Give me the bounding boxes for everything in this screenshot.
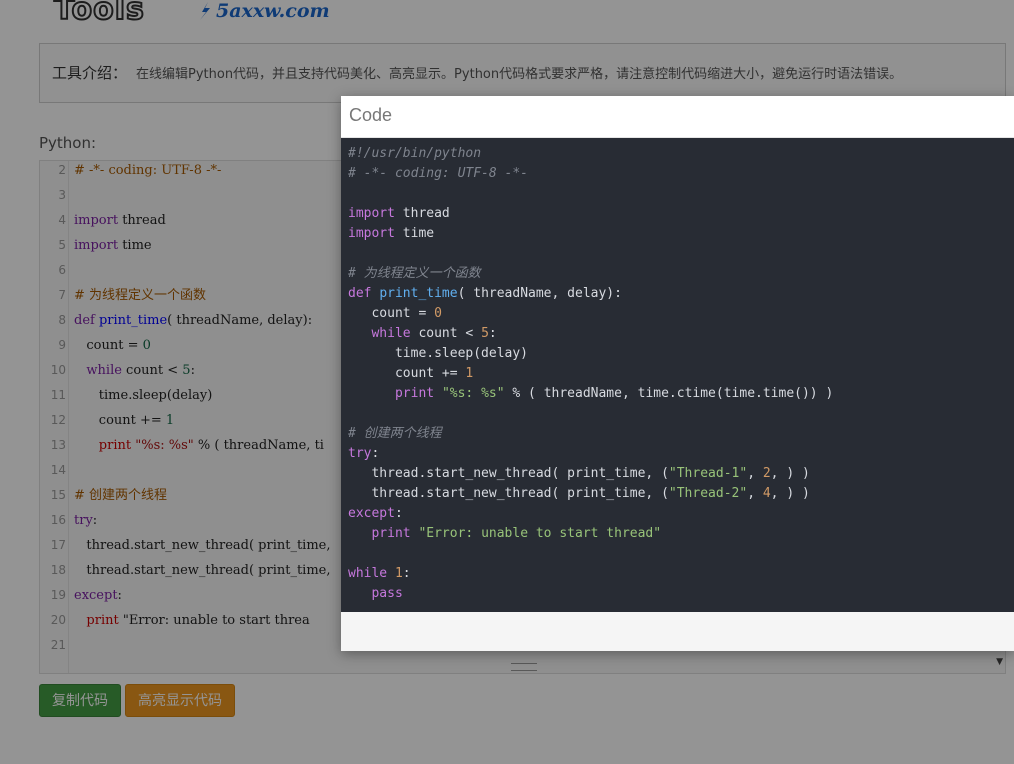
code-line: try: [348, 446, 380, 461]
code-line: import time [348, 226, 435, 241]
code-line: except: [348, 506, 403, 521]
modal-title: Code [349, 105, 393, 125]
code-line: time.sleep(delay) [348, 346, 529, 361]
code-line: def print_time( threadName, delay): [348, 286, 622, 301]
code-line: # 创建两个线程 [348, 426, 442, 441]
highlighted-code-block: #!/usr/bin/python # -*- coding: UTF-8 -*-… [341, 138, 1014, 612]
code-line: print "Error: unable to start thread" [371, 526, 662, 541]
code-line: count += 1 [348, 366, 474, 381]
modal-footer [341, 612, 1014, 651]
modal-header: Code [341, 96, 1014, 138]
code-line: while count < 5: [371, 326, 497, 341]
code-line: thread.start_new_thread( print_time, ("T… [348, 486, 810, 501]
code-line: # 为线程定义一个函数 [348, 266, 481, 281]
code-line: thread.start_new_thread( print_time, ("T… [348, 466, 810, 481]
code-modal: Code #!/usr/bin/python # -*- coding: UTF-… [341, 96, 1014, 651]
code-line: while 1: [348, 566, 411, 581]
code-line: count = 0 [348, 306, 442, 321]
code-line: # -*- coding: UTF-8 -*- [348, 166, 529, 181]
code-line: import thread [348, 206, 450, 221]
code-line: pass [371, 586, 403, 601]
code-line: #!/usr/bin/python [348, 146, 482, 161]
code-line: print "%s: %s" % ( threadName, time.ctim… [394, 386, 834, 401]
